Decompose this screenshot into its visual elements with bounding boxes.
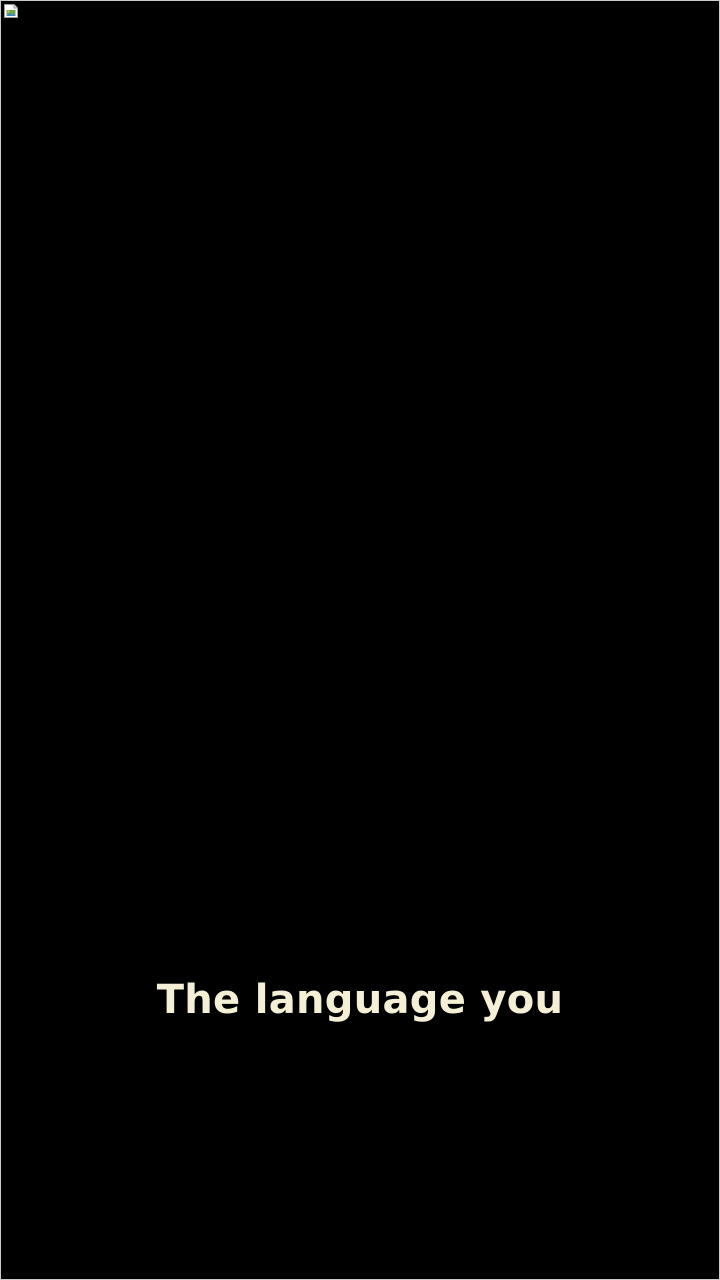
subtitle-caption: The language you [156, 977, 564, 1023]
broken-image-icon [4, 4, 18, 18]
video-screen[interactable]: The language you [0, 0, 720, 1280]
